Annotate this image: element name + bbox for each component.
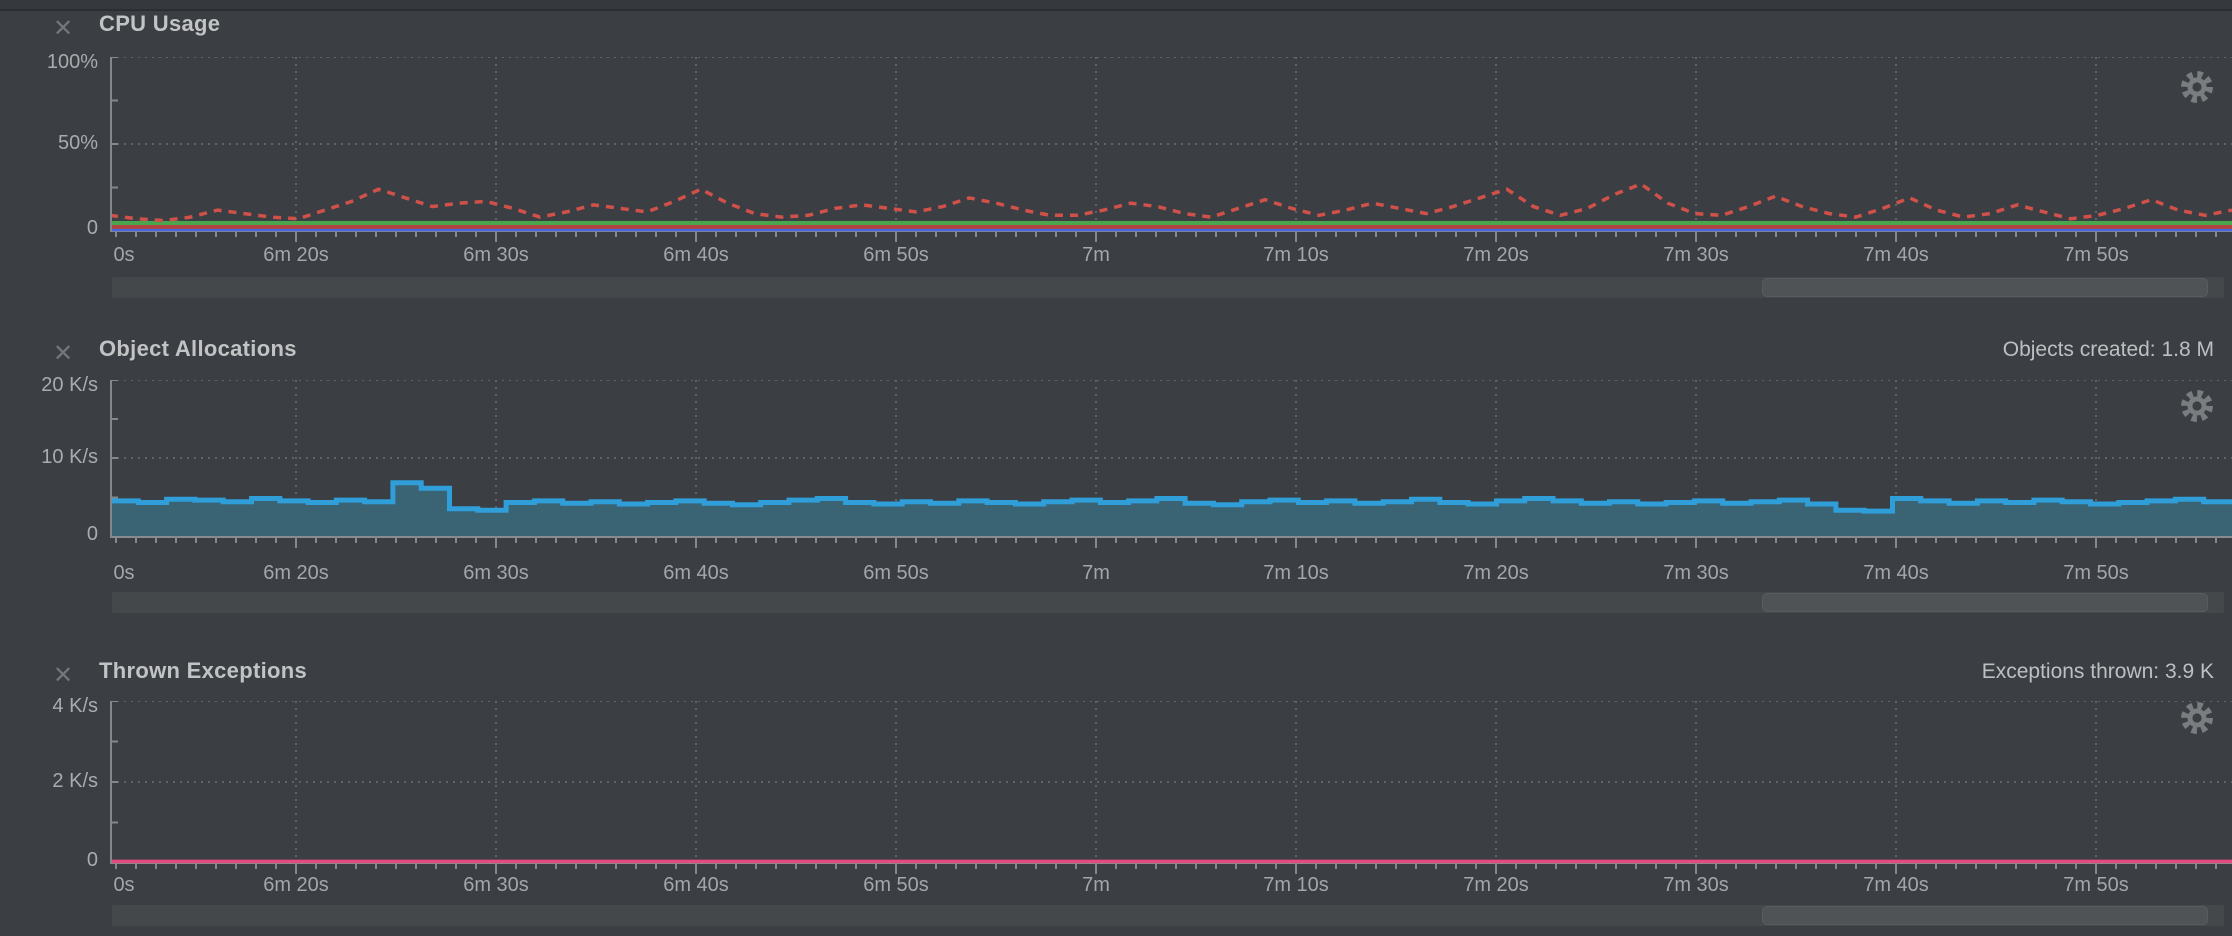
- x-tick-label: 6m 50s: [863, 244, 929, 267]
- y-axis-tick-label: 0: [0, 849, 98, 872]
- panel-title: Thrown Exceptions: [99, 658, 307, 684]
- x-tick-label: 0s: [113, 244, 134, 267]
- scrollbar-thumb[interactable]: [1762, 593, 2208, 612]
- x-tick-label: 7m 50s: [2063, 562, 2129, 585]
- close-icon[interactable]: ✕: [48, 338, 78, 368]
- x-axis-labels: 0s 6m 20s 6m 30s 6m 40s 6m 50s 7m 7m 10s 7m 20s…: [110, 874, 2232, 900]
- y-axis-tick-label: 0: [0, 523, 98, 546]
- x-tick-label: 7m 50s: [2063, 244, 2129, 267]
- x-tick-label: 7m 10s: [1263, 244, 1329, 267]
- x-tick-label: 7m 40s: [1863, 244, 1929, 267]
- x-axis-labels: 0s 6m 20s 6m 30s 6m 40s 6m 50s 7m 7m 10s 7m 20s…: [110, 244, 2232, 270]
- y-axis-tick-label: 10 K/s: [0, 446, 98, 469]
- x-tick-label: 7m 20s: [1463, 874, 1529, 897]
- close-icon[interactable]: ✕: [48, 660, 78, 690]
- scrollbar-thumb[interactable]: [1762, 906, 2208, 925]
- x-tick-label: 7m 40s: [1863, 562, 1929, 585]
- scrollbar-thumb[interactable]: [1762, 278, 2208, 297]
- x-tick-label: 7m 30s: [1663, 874, 1729, 897]
- x-tick-label: 7m: [1082, 244, 1110, 267]
- gear-icon[interactable]: [2178, 68, 2216, 106]
- x-tick-label: 6m 30s: [463, 874, 529, 897]
- x-tick-label: 6m 20s: [263, 244, 329, 267]
- x-axis-labels: 0s 6m 20s 6m 30s 6m 40s 6m 50s 7m 7m 10s 7m 20s…: [110, 562, 2232, 588]
- x-tick-label: 7m 20s: [1463, 244, 1529, 267]
- x-tick-label: 0s: [113, 562, 134, 585]
- x-tick-label: 7m 10s: [1263, 562, 1329, 585]
- y-axis-tick-label: 20 K/s: [0, 374, 98, 397]
- x-tick-label: 6m 20s: [263, 562, 329, 585]
- close-icon[interactable]: ✕: [48, 13, 78, 43]
- gear-icon[interactable]: [2178, 387, 2216, 425]
- x-tick-label: 6m 40s: [663, 244, 729, 267]
- x-tick-label: 6m 30s: [463, 244, 529, 267]
- thrown-exceptions-chart[interactable]: [110, 701, 2232, 877]
- x-tick-label: 7m: [1082, 562, 1110, 585]
- x-tick-label: 7m 40s: [1863, 874, 1929, 897]
- y-axis-tick-label: 50%: [0, 132, 98, 155]
- panel-title: CPU Usage: [99, 11, 220, 37]
- x-tick-label: 7m 50s: [2063, 874, 2129, 897]
- exceptions-thrown-counter: Exceptions thrown: 3.9 K: [1982, 660, 2214, 684]
- x-tick-label: 6m 20s: [263, 874, 329, 897]
- x-tick-label: 7m 20s: [1463, 562, 1529, 585]
- x-tick-label: 6m 50s: [863, 562, 929, 585]
- x-tick-label: 6m 50s: [863, 874, 929, 897]
- y-axis-tick-label: 2 K/s: [0, 770, 98, 793]
- x-tick-label: 6m 30s: [463, 562, 529, 585]
- x-tick-label: 7m 30s: [1663, 244, 1729, 267]
- x-tick-label: 0s: [113, 874, 134, 897]
- gear-icon[interactable]: [2178, 699, 2216, 737]
- y-axis-tick-label: 100%: [0, 51, 98, 74]
- y-axis-tick-label: 4 K/s: [0, 695, 98, 718]
- top-divider-strip: [0, 0, 2232, 11]
- horizontal-scrollbar[interactable]: [112, 592, 2224, 613]
- x-tick-label: 7m: [1082, 874, 1110, 897]
- horizontal-scrollbar[interactable]: [112, 277, 2224, 298]
- objects-created-counter: Objects created: 1.8 M: [2003, 338, 2214, 362]
- horizontal-scrollbar[interactable]: [112, 905, 2224, 926]
- x-tick-label: 7m 30s: [1663, 562, 1729, 585]
- x-tick-label: 6m 40s: [663, 562, 729, 585]
- panel-title: Object Allocations: [99, 336, 297, 362]
- object-allocations-chart[interactable]: [110, 380, 2232, 551]
- profiler-telemetry-view: ✕ CPU Usage 100% 50% 0 0s 6m 20s 6m 30s 6m …: [0, 0, 2232, 936]
- cpu-usage-chart[interactable]: [110, 57, 2232, 245]
- y-axis-tick-label: 0: [0, 217, 98, 240]
- x-tick-label: 7m 10s: [1263, 874, 1329, 897]
- x-tick-label: 6m 40s: [663, 874, 729, 897]
